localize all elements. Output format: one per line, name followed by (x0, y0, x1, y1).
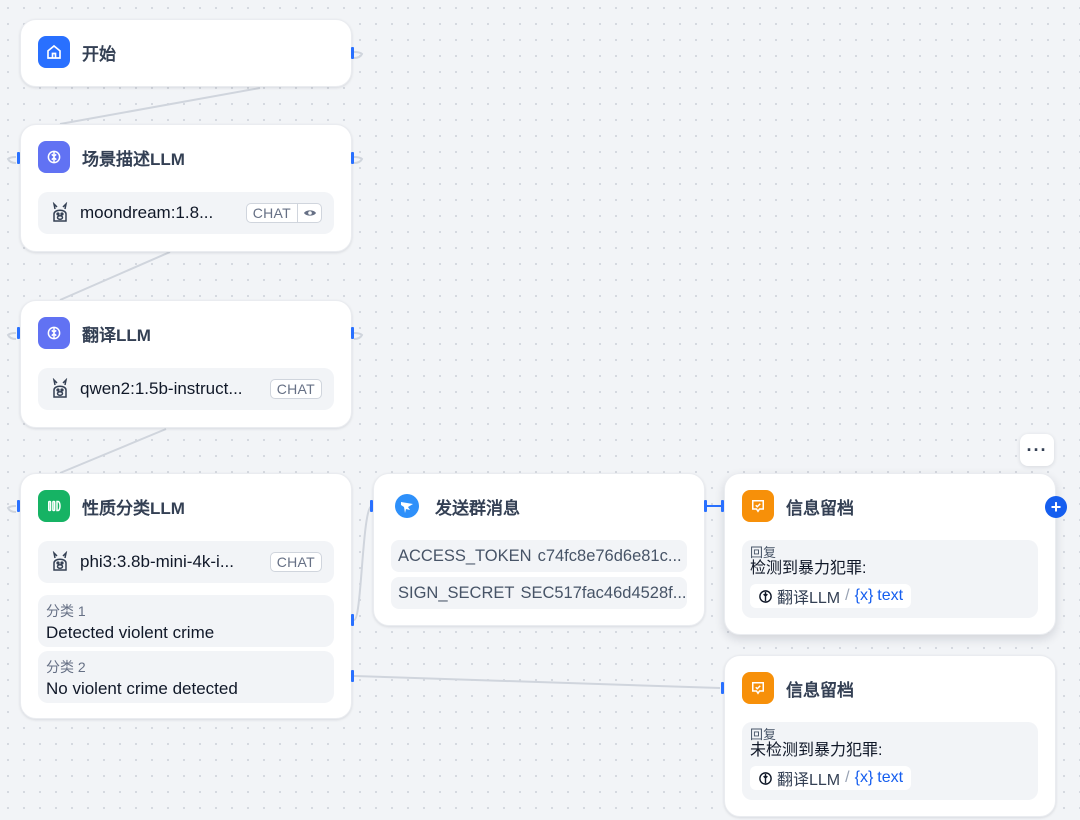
node-title: 信息留档 (786, 498, 854, 518)
class-text: Detected violent crime (46, 623, 215, 642)
reply-label: 回复 (750, 545, 777, 560)
output-handle-translate[interactable] (351, 327, 354, 339)
node-title: 发送群消息 (435, 498, 520, 518)
output-handle-send[interactable] (704, 500, 707, 512)
input-handle-send[interactable] (370, 500, 373, 512)
node-header: 开始 (38, 36, 116, 68)
chat-badge: CHAT (269, 552, 322, 572)
param-key: ACCESS_TOKEN (398, 546, 532, 565)
param-row[interactable]: SIGN_SECRET SEC517fac46d4528f... (391, 577, 687, 609)
node-send-group-message[interactable]: 发送群消息 ACCESS_TOKEN c74fc8e76d6e81c... SI… (373, 473, 705, 626)
model-name: phi3:3.8b-mini-4k-i... (80, 552, 235, 571)
variable-icon: {x} (854, 587, 874, 604)
model-selector[interactable]: phi3:3.8b-mini-4k-i... CHAT (38, 541, 334, 583)
variable-node-name: 翻译LLM (777, 772, 841, 789)
node-header: 性质分类LLM (38, 490, 185, 522)
node-header: 场景描述LLM (38, 141, 185, 173)
output-handle-class-1[interactable] (351, 614, 354, 626)
input-handle-classify[interactable] (17, 500, 20, 512)
variable-chip[interactable]: 翻译LLM / {x} text (750, 584, 912, 608)
edge-class1-to-send (353, 505, 373, 621)
edge-class2-to-archive2 (353, 675, 721, 689)
variable-separator: / (845, 587, 850, 604)
class-item[interactable]: 分类 1 Detected violent crime (38, 595, 334, 647)
node-archive-1[interactable]: 信息留档 回复 检测到暴力犯罪: 翻译LLM / {x} text (724, 473, 1056, 635)
param-value: c74fc8e76d6e81c... (537, 546, 682, 565)
ollama-icon (52, 202, 68, 222)
class-item[interactable]: 分类 2 No violent crime detected (38, 651, 334, 703)
node-title: 开始 (82, 44, 116, 64)
variable-name: text (877, 769, 904, 786)
chat-badge: CHAT (245, 203, 298, 223)
variable-icon: {x} (854, 769, 874, 786)
variable-separator: / (845, 769, 850, 786)
reply-text: 未检测到暴力犯罪: (750, 742, 883, 759)
node-classify-llm[interactable]: 性质分类LLM phi3:3.8b-mini-4k-i... CHAT 分类 1… (20, 473, 352, 719)
class-label: 分类 1 (46, 603, 86, 619)
more-options-button[interactable]: ··· (1020, 434, 1054, 466)
dingtalk-icon (391, 490, 423, 522)
ollama-icon (52, 378, 68, 398)
output-handle-scene[interactable] (351, 152, 354, 164)
param-value: SEC517fac46d4528f... (520, 583, 687, 602)
input-handle-archive-1[interactable] (721, 500, 724, 512)
class-label: 分类 2 (46, 659, 86, 675)
add-node-button[interactable]: + (1045, 496, 1067, 518)
edge-start-to-scene (59, 87, 261, 125)
llm-icon (38, 141, 70, 173)
llm-icon (759, 771, 772, 785)
node-scene-llm[interactable]: 场景描述LLM moondream:1.8... CHAT (20, 124, 352, 252)
reply-box[interactable]: 回复 未检测到暴力犯罪: 翻译LLM / {x} text (742, 722, 1038, 800)
reply-text: 检测到暴力犯罪: (750, 560, 867, 577)
input-handle-archive-2[interactable] (721, 682, 724, 694)
reply-box[interactable]: 回复 检测到暴力犯罪: 翻译LLM / {x} text (742, 540, 1038, 618)
model-selector[interactable]: moondream:1.8... CHAT (38, 192, 334, 234)
model-name: qwen2:1.5b-instruct... (80, 379, 243, 398)
node-archive-2[interactable]: 信息留档 回复 未检测到暴力犯罪: 翻译LLM / {x} text (724, 655, 1056, 817)
home-icon (38, 36, 70, 68)
node-title: 场景描述LLM (82, 149, 185, 169)
edge-translate-to-classify (59, 428, 167, 474)
handle-stub-translate-in (6, 332, 17, 340)
node-header: 信息留档 (742, 490, 854, 522)
ollama-icon (52, 551, 68, 571)
edge-scene-to-translate (59, 251, 171, 301)
node-translate-llm[interactable]: 翻译LLM qwen2:1.5b-instruct... CHAT (20, 300, 352, 428)
handle-stub-scene-in (6, 156, 17, 164)
input-handle-scene[interactable] (17, 152, 20, 164)
param-key: SIGN_SECRET (398, 583, 515, 602)
classifier-icon (38, 490, 70, 522)
node-start[interactable]: 开始 (20, 19, 352, 87)
answer-icon (742, 672, 774, 704)
class-text: No violent crime detected (46, 679, 238, 698)
llm-icon (38, 317, 70, 349)
handle-stub-scene-out (353, 156, 364, 164)
variable-chip[interactable]: 翻译LLM / {x} text (750, 766, 912, 790)
param-row[interactable]: ACCESS_TOKEN c74fc8e76d6e81c... (391, 540, 687, 572)
node-header: 发送群消息 (391, 490, 520, 522)
reply-label: 回复 (750, 727, 777, 742)
eye-icon (298, 203, 322, 223)
variable-name: text (877, 587, 904, 604)
output-handle-class-2[interactable] (351, 670, 354, 682)
node-title: 翻译LLM (82, 325, 151, 345)
node-title: 信息留档 (786, 680, 854, 700)
model-selector[interactable]: qwen2:1.5b-instruct... CHAT (38, 368, 334, 410)
chat-badge: CHAT (269, 379, 322, 399)
node-header: 信息留档 (742, 672, 854, 704)
handle-stub-classify-in (6, 505, 17, 513)
workflow-canvas[interactable]: 开始 场景描述LLM moondream:1.8... CHAT 翻译LLM q… (0, 0, 1080, 820)
model-name: moondream:1.8... (80, 203, 214, 222)
handle-stub-translate-out (353, 332, 364, 340)
input-handle-translate[interactable] (17, 327, 20, 339)
llm-icon (759, 589, 772, 603)
answer-icon (742, 490, 774, 522)
node-title: 性质分类LLM (82, 498, 185, 518)
node-header: 翻译LLM (38, 317, 151, 349)
handle-stub-start-out (353, 51, 364, 59)
output-handle-start[interactable] (351, 47, 354, 59)
variable-node-name: 翻译LLM (777, 590, 841, 607)
